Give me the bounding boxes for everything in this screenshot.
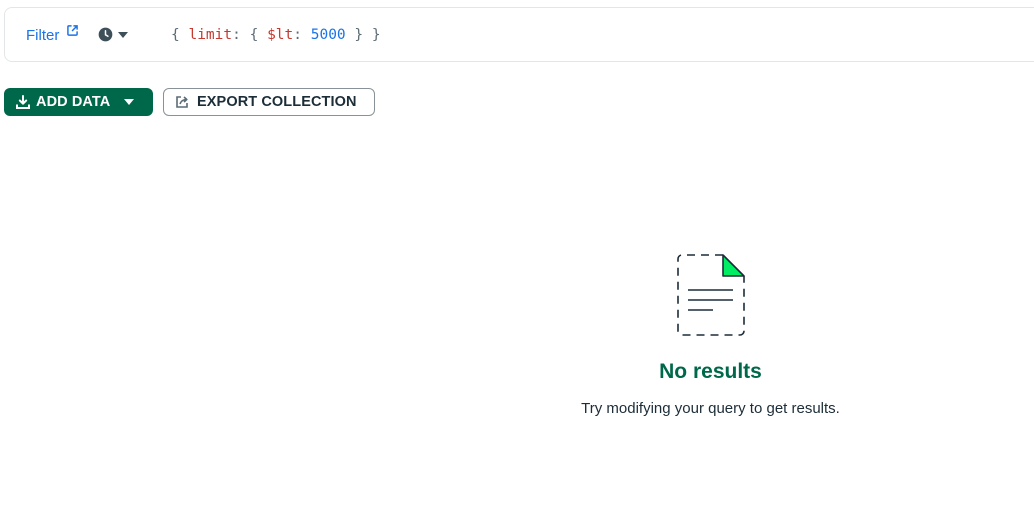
empty-state-description: Try modifying your query to get results. [581,400,840,417]
query-bar: Filter { limit: { $lt: 5000 } } [4,7,1034,62]
export-collection-button[interactable]: EXPORT COLLECTION [163,88,375,116]
download-icon [16,95,30,109]
export-collection-label: EXPORT COLLECTION [197,94,357,110]
query-history-button[interactable] [98,27,128,42]
add-data-button[interactable]: ADD DATA [4,88,153,116]
clock-icon [98,27,113,42]
empty-state-title: No results [659,360,762,383]
filter-link[interactable]: Filter [26,27,59,44]
external-link-icon[interactable] [67,25,78,36]
empty-document-icon [677,254,745,336]
add-data-label: ADD DATA [36,94,111,110]
export-icon [176,96,188,108]
caret-down-icon [118,31,128,38]
query-input[interactable]: { limit: { $lt: 5000 } } [171,27,381,43]
caret-down-icon [124,99,135,105]
